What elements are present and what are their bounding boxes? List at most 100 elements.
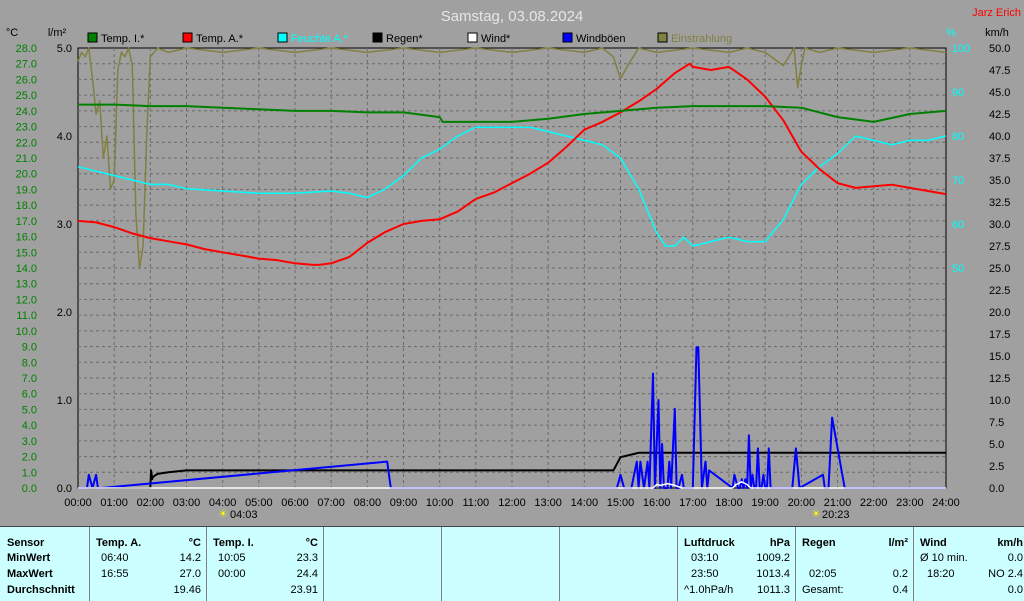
legend-swatch (277, 32, 288, 43)
wind-tick: 25.0 (989, 263, 1010, 275)
rain-tick: 5.0 (57, 43, 72, 55)
temp-i-min-time: 10:05 (218, 552, 246, 564)
summary-labels-col: Sensor MinWert MaxWert Durchschnitt (0, 527, 89, 601)
humidity-tick: 70 (952, 175, 964, 187)
legend-label: Wind* (481, 33, 511, 45)
legend-label: Einstrahlung (671, 33, 732, 45)
legend-swatch (87, 32, 98, 43)
wind-tick: 10.0 (989, 395, 1010, 407)
time-tick: 08:00 (354, 497, 382, 509)
wind-tick: 0.0 (989, 483, 1004, 495)
temp-i-header: Temp. I. (213, 537, 254, 549)
summary-temp-i: Temp. I. °C 10:05 23.3 00:00 24.4 23.91 (206, 527, 324, 601)
temp-tick: 26.0 (16, 74, 37, 86)
sunset-marker: ☀ 20:23 (812, 509, 850, 521)
rain-header: Regen (802, 537, 836, 549)
legend-label: Temp. I.* (101, 33, 145, 45)
summary-empty-1 (323, 527, 442, 601)
temp-a-min-value: 14.2 (179, 552, 201, 564)
time-tick: 09:00 (390, 497, 418, 509)
humidity-tick: 60 (952, 219, 964, 231)
legend-swatch (182, 32, 193, 43)
temp-tick: 7.0 (22, 373, 37, 385)
time-tick: 15:00 (607, 497, 635, 509)
wind-tick: 12.5 (989, 373, 1010, 385)
temp-a-max-value: 27.0 (179, 568, 201, 580)
temp-tick: 25.0 (16, 90, 37, 102)
wind-tick: 40.0 (989, 131, 1010, 143)
row-label-max: MaxWert (7, 568, 53, 580)
temp-tick: 23.0 (16, 122, 37, 134)
time-tick: 02:00 (137, 497, 165, 509)
temp-tick: 0.0 (22, 483, 37, 495)
wind-tick: 42.5 (989, 109, 1010, 121)
temp-tick: 8.0 (22, 357, 37, 369)
summary-temp-a: Temp. A. °C 06:40 14.2 16:55 27.0 19.46 (89, 527, 207, 601)
rain-max-time: 02:05 (809, 568, 837, 580)
time-tick: 06:00 (281, 497, 309, 509)
rain-total-label: Gesamt: (802, 584, 844, 596)
summary-empty-2 (441, 527, 560, 601)
wind-unit: km/h (997, 537, 1023, 549)
legend-swatch (562, 32, 573, 43)
time-tick: 01:00 (100, 497, 128, 509)
rain-tick: 1.0 (57, 395, 72, 407)
time-tick: 19:00 (751, 497, 779, 509)
rain-tick: 4.0 (57, 131, 72, 143)
temp-i-max-time: 00:00 (218, 568, 246, 580)
wind-tick: 50.0 (989, 43, 1010, 55)
legend-swatch (657, 32, 668, 43)
humidity-tick: 80 (952, 131, 964, 143)
rain-total-value: 0.4 (892, 584, 908, 596)
temp-tick: 4.0 (22, 420, 37, 432)
unit-temp: °C (6, 27, 18, 39)
wind-avg-value: 0.0 (1007, 584, 1023, 596)
wind-tick: 30.0 (989, 219, 1010, 231)
time-tick: 13:00 (534, 497, 562, 509)
pressure-unit: hPa (769, 537, 790, 549)
temp-tick: 13.0 (16, 279, 37, 291)
weather-chart: Samstag, 03.08.2024 Jarz Erich °C l/m² %… (0, 0, 1024, 526)
temp-tick: 14.0 (16, 263, 37, 275)
humidity-tick: 90 (952, 87, 964, 99)
wind-avg10-label: Ø 10 min. (920, 552, 968, 564)
unit-wind: km/h (985, 27, 1009, 39)
time-tick: 11:00 (462, 497, 489, 509)
time-tick: 22:00 (860, 497, 888, 509)
temp-a-unit: °C (188, 537, 201, 549)
sunrise-icon: ☀ (219, 509, 228, 520)
time-tick: 18:00 (715, 497, 743, 509)
wind-max-value: NO 2.4 (988, 568, 1023, 580)
rain-tick: 0.0 (57, 483, 72, 495)
row-label-min: MinWert (7, 552, 51, 564)
summary-pressure: Luftdruck hPa 03:10 1009.2 23:50 1013.4 … (677, 527, 796, 601)
legend-label: Regen* (386, 33, 423, 45)
temp-tick: 18.0 (16, 200, 37, 212)
sunset-time: 20:23 (822, 509, 850, 521)
wind-header: Wind (920, 537, 947, 549)
temp-tick: 19.0 (16, 184, 37, 196)
pressure-max-time: 23:50 (691, 568, 719, 580)
time-tick: 14:00 (571, 497, 599, 509)
row-label-avg: Durchschnitt (7, 584, 75, 596)
time-tick: 07:00 (317, 497, 345, 509)
time-tick: 16:00 (643, 497, 671, 509)
wind-tick: 20.0 (989, 307, 1010, 319)
temp-tick: 10.0 (16, 326, 37, 338)
summary-rain: Regen l/m² 02:05 0.2 Gesamt: 0.4 (795, 527, 914, 601)
unit-humidity: % (946, 27, 956, 39)
temp-tick: 12.0 (16, 294, 37, 306)
rain-tick: 2.0 (57, 307, 72, 319)
temp-tick: 11.0 (16, 310, 37, 322)
temp-tick: 5.0 (22, 404, 37, 416)
legend-label: Feuchte A.* (291, 33, 349, 45)
temp-tick: 28.0 (16, 43, 37, 55)
wind-tick: 35.0 (989, 175, 1010, 187)
temp-a-min-time: 06:40 (101, 552, 129, 564)
pressure-min-value: 1009.2 (756, 552, 790, 564)
station-label: Jarz Erich (972, 7, 1021, 19)
wind-tick: 27.5 (989, 241, 1010, 253)
wind-tick: 7.5 (989, 417, 1004, 429)
wind-tick: 37.5 (989, 153, 1010, 165)
temp-a-header: Temp. A. (96, 537, 142, 549)
